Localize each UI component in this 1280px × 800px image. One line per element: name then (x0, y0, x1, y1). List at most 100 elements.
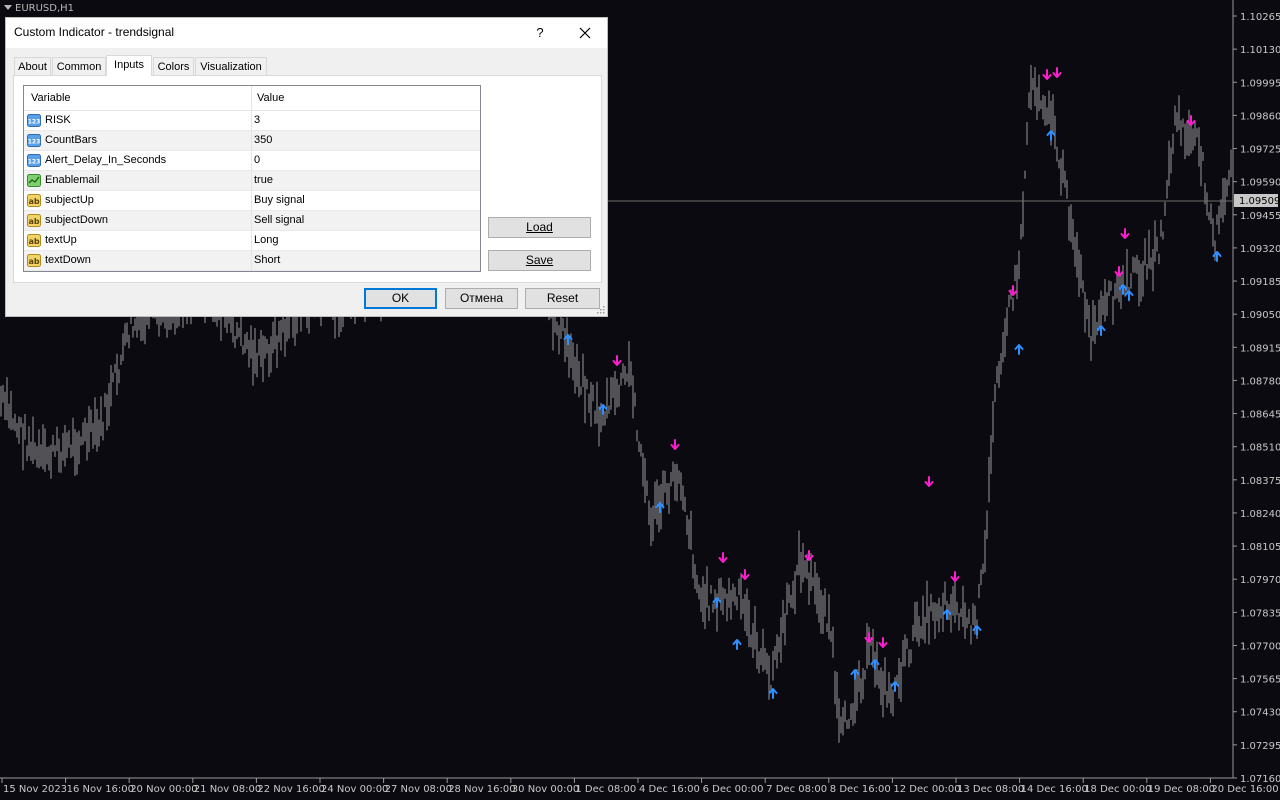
input-row-textdown[interactable]: ab textDown Short (24, 251, 480, 271)
price-tick-label: 1.08510 (1240, 443, 1280, 454)
price-tick-label: 1.09185 (1240, 277, 1280, 288)
time-tick-label: 15 Nov 2023 (3, 784, 67, 795)
input-variable-name: RISK (45, 114, 71, 126)
time-tick-label: 24 Nov 00:00 (321, 784, 388, 795)
help-button[interactable]: ? (530, 23, 550, 43)
row-separator (251, 191, 252, 211)
input-value[interactable]: true (254, 171, 273, 190)
price-tick-label: 1.08780 (1240, 376, 1280, 387)
time-tick-label: 20 Dec 16:00 (1211, 784, 1278, 795)
dialog-titlebar[interactable]: Custom Indicator - trendsignal ? (6, 18, 607, 48)
input-row-countbars[interactable]: 123 CountBars 350 (24, 131, 480, 151)
time-tick-label: 12 Dec 00:00 (893, 784, 960, 795)
price-tick-label: 1.10130 (1240, 45, 1280, 56)
price-tick-label: 1.09455 (1240, 211, 1280, 222)
time-tick-label: 14 Dec 16:00 (1021, 784, 1088, 795)
price-tick-label: 1.07970 (1240, 575, 1280, 586)
time-tick-label: 13 Dec 08:00 (957, 784, 1024, 795)
price-tick-label: 1.08240 (1240, 509, 1280, 520)
input-value[interactable]: Short (254, 251, 280, 270)
chart-symbol-title[interactable]: EURUSD,H1 (4, 3, 74, 14)
svg-text:123: 123 (28, 159, 41, 166)
time-tick-label: 4 Dec 16:00 (639, 784, 700, 795)
price-tick-label: 1.07295 (1240, 741, 1280, 752)
time-tick-label: 8 Dec 16:00 (830, 784, 891, 795)
input-value[interactable]: 3 (254, 111, 260, 130)
svg-text:ab: ab (28, 257, 39, 266)
current-price-label: 1.09509 (1239, 196, 1280, 207)
time-tick-label: 30 Nov 00:00 (512, 784, 579, 795)
input-row-enablemail[interactable]: Enablemail true (24, 171, 480, 191)
boolean-icon (27, 174, 41, 187)
input-value[interactable]: Sell signal (254, 211, 304, 230)
input-value[interactable]: Long (254, 231, 278, 250)
input-row-textup[interactable]: ab textUp Long (24, 231, 480, 251)
cancel-button[interactable]: Отмена (445, 288, 518, 309)
number-icon: 123 (27, 134, 41, 147)
price-tick-label: 1.10265 (1240, 12, 1280, 23)
input-variable-name: textUp (45, 234, 77, 246)
time-tick-label: 28 Nov 16:00 (448, 784, 515, 795)
svg-text:123: 123 (28, 119, 41, 126)
time-tick-label: 1 Dec 08:00 (575, 784, 636, 795)
input-variable-name: subjectUp (45, 194, 94, 206)
close-icon (579, 27, 591, 39)
input-value[interactable]: 0 (254, 151, 260, 170)
time-tick-label: 18 Dec 00:00 (1084, 784, 1151, 795)
string-icon: ab (27, 214, 41, 227)
time-tick-label: 7 Dec 08:00 (766, 784, 827, 795)
input-value[interactable]: 350 (254, 131, 272, 150)
time-tick-label: 19 Dec 08:00 (1148, 784, 1215, 795)
load-button[interactable]: Load (488, 217, 591, 238)
save-button[interactable]: Save (488, 250, 591, 271)
row-separator (251, 111, 252, 131)
row-separator (251, 131, 252, 151)
load-button-label: Load (526, 220, 553, 234)
tab-about[interactable]: About (14, 57, 51, 75)
price-tick-label: 1.09725 (1240, 145, 1280, 156)
row-separator (251, 231, 252, 251)
column-separator[interactable] (251, 86, 252, 110)
input-variable-name: subjectDown (45, 214, 108, 226)
input-value[interactable]: Buy signal (254, 191, 305, 210)
value-column-header[interactable]: Value (257, 86, 284, 110)
svg-text:ab: ab (28, 197, 39, 206)
ok-button[interactable]: OK (364, 288, 437, 309)
row-separator (251, 171, 252, 191)
time-tick-label: 20 Nov 00:00 (130, 784, 197, 795)
resize-grip-icon[interactable] (597, 306, 605, 314)
price-tick-label: 1.07835 (1240, 608, 1280, 619)
time-tick-label: 27 Nov 08:00 (385, 784, 452, 795)
tab-colors[interactable]: Colors (153, 57, 194, 75)
reset-button[interactable]: Reset (525, 288, 600, 309)
chart-symbol-label: EURUSD,H1 (15, 3, 75, 14)
close-button[interactable] (574, 22, 596, 44)
tab-inputs[interactable]: Inputs (106, 55, 152, 76)
string-icon: ab (27, 194, 41, 207)
input-row-subjectup[interactable]: ab subjectUp Buy signal (24, 191, 480, 211)
price-tick-label: 1.09995 (1240, 78, 1280, 89)
price-tick-label: 1.07565 (1240, 675, 1280, 686)
svg-text:ab: ab (28, 217, 39, 226)
dialog-title: Custom Indicator - trendsignal (14, 25, 175, 39)
row-separator (251, 211, 252, 231)
input-row-risk[interactable]: 123 RISK 3 (24, 111, 480, 131)
chart-menu-triangle-icon[interactable] (4, 5, 12, 10)
input-row-alert_delay_in_seconds[interactable]: 123 Alert_Delay_In_Seconds 0 (24, 151, 480, 171)
input-row-subjectdown[interactable]: ab subjectDown Sell signal (24, 211, 480, 231)
string-icon: ab (27, 234, 41, 247)
input-variable-name: Enablemail (45, 174, 100, 186)
input-variable-name: Alert_Delay_In_Seconds (45, 154, 167, 166)
tab-visualization[interactable]: Visualization (195, 57, 267, 75)
grid-header: Variable Value (24, 86, 480, 111)
tab-common[interactable]: Common (52, 57, 106, 75)
row-separator (251, 251, 252, 271)
price-tick-label: 1.09860 (1240, 111, 1280, 122)
input-variable-name: textDown (45, 254, 91, 266)
price-tick-label: 1.09320 (1240, 244, 1280, 255)
price-tick-label: 1.09050 (1240, 310, 1280, 321)
svg-text:ab: ab (28, 237, 39, 246)
price-tick-label: 1.08915 (1240, 343, 1280, 354)
variable-column-header[interactable]: Variable (31, 86, 71, 110)
price-tick-label: 1.07700 (1240, 641, 1280, 652)
